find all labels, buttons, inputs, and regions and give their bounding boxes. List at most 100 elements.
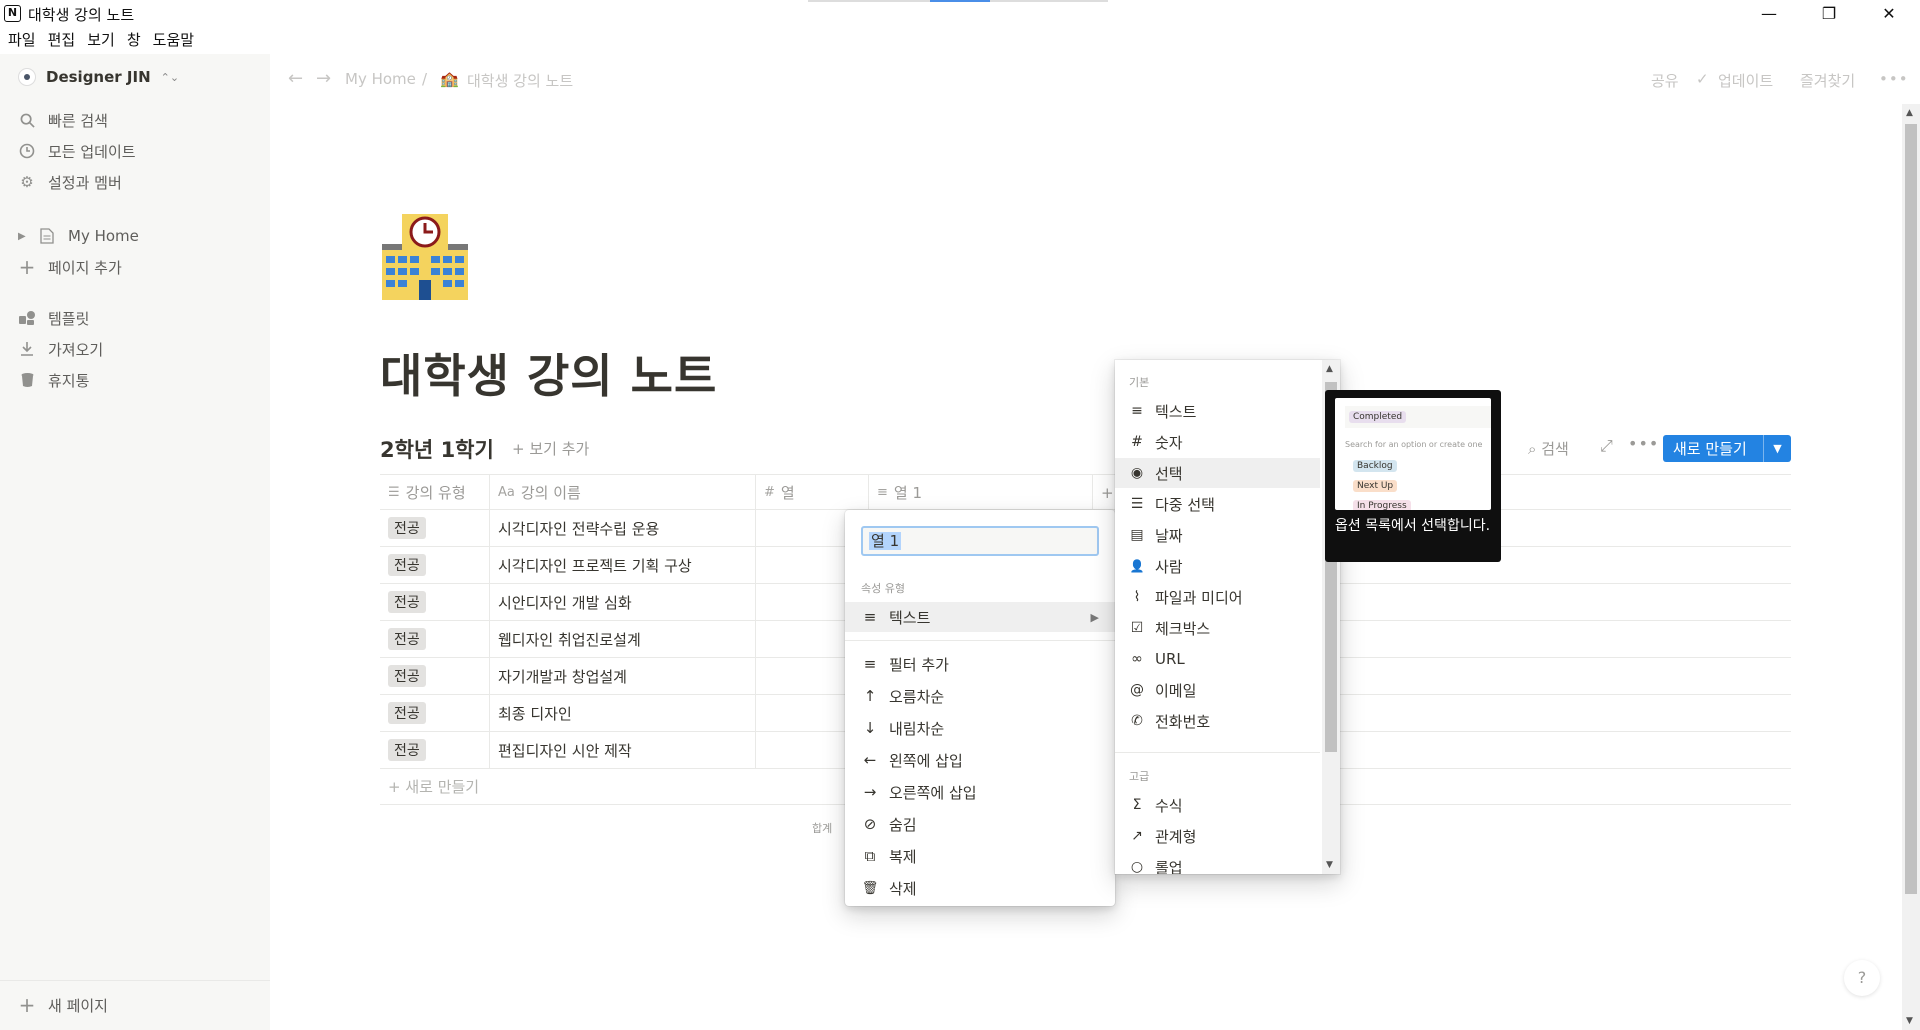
sidebar-item-label: 가져오기 — [48, 340, 104, 359]
download-icon — [18, 340, 36, 358]
type-option-url[interactable]: ∞ URL — [1115, 644, 1320, 674]
sidebar-item-add-page[interactable]: + 페이지 추가 — [18, 255, 122, 279]
maximize-button[interactable]: ❐ — [1806, 2, 1852, 26]
type-option-checkbox[interactable]: ☑ 체크박스 — [1115, 613, 1320, 643]
type-option-rollup[interactable]: ○ 롤업 — [1115, 852, 1320, 875]
type-option-formula[interactable]: Σ 수식 — [1115, 790, 1320, 820]
column-header-col[interactable]: # 열 — [756, 475, 869, 510]
chevron-down-icon[interactable]: ▼ — [1763, 435, 1791, 462]
column-name-input[interactable]: 열 1 — [861, 526, 1099, 556]
page-title[interactable]: 대학생 강의 노트 — [380, 340, 717, 406]
more-icon[interactable]: ••• — [1879, 70, 1909, 88]
menu-help[interactable]: 도움말 — [147, 28, 200, 52]
property-type-selector[interactable]: ≡ 텍스트 ▶ — [845, 602, 1115, 632]
column-header-lecture-type[interactable]: ☰ 강의 유형 — [380, 475, 490, 510]
favorite-button[interactable]: 즐겨찾기 — [1800, 70, 1855, 91]
cell-name[interactable]: 시안디자인 개발 심화 — [490, 584, 756, 620]
workspace-avatar-icon — [18, 68, 36, 86]
database-more-icon[interactable]: ••• — [1628, 434, 1659, 453]
menu-item-hide[interactable]: ⊘ 숨김 — [845, 809, 1115, 839]
type-option-phone[interactable]: ✆ 전화번호 — [1115, 706, 1320, 736]
sidebar-item-settings[interactable]: ⚙ 설정과 멤버 — [18, 170, 122, 194]
page-emoji-school-icon[interactable] — [380, 212, 470, 302]
scroll-up-icon[interactable]: ▲ — [1906, 108, 1913, 118]
updates-button[interactable]: 업데이트 — [1718, 70, 1773, 91]
menu-file[interactable]: 파일 — [0, 28, 42, 52]
forward-arrow-icon[interactable]: → — [316, 68, 331, 89]
type-tag: 전공 — [388, 517, 426, 539]
cell-type[interactable]: 전공 — [380, 621, 490, 657]
menu-item-sort-ascending[interactable]: ↑ 오름차순 — [845, 681, 1115, 711]
column-header-label: 열 — [780, 484, 795, 502]
menu-item-add-filter[interactable]: ≡ 필터 추가 — [845, 649, 1115, 679]
new-record-button[interactable]: 새로 만들기 ▼ — [1663, 435, 1791, 462]
sidebar-item-my-home[interactable]: ▶ My Home — [18, 224, 139, 248]
scroll-down-icon[interactable]: ▼ — [1906, 1016, 1913, 1026]
caret-right-icon[interactable]: ▶ — [18, 231, 26, 242]
cell-type[interactable]: 전공 — [380, 510, 490, 546]
database-view-title[interactable]: 2학년 1학기 — [380, 434, 494, 464]
column-header-lecture-name[interactable]: Aa 강의 이름 — [490, 475, 756, 510]
checkbox-icon: ☑ — [1130, 620, 1144, 636]
workspace-switcher[interactable]: Designer JIN ⌃⌄ — [18, 68, 179, 86]
breadcrumb-my-home[interactable]: My Home — [345, 70, 416, 88]
cell-name[interactable]: 편집디자인 시안 제작 — [490, 732, 756, 768]
menu-item-insert-right[interactable]: → 오른쪽에 삽입 — [845, 777, 1115, 807]
new-page-button[interactable]: + 새 페이지 — [18, 993, 108, 1017]
type-option-date[interactable]: ▤ 날짜 — [1115, 520, 1320, 550]
calculation-label[interactable]: 합계 — [812, 820, 832, 836]
cell-type[interactable]: 전공 — [380, 732, 490, 768]
cell-type[interactable]: 전공 — [380, 584, 490, 620]
database-search-button[interactable]: ⌕ 검색 — [1528, 438, 1569, 459]
help-button[interactable]: ? — [1844, 960, 1880, 996]
type-option-number[interactable]: # 숫자 — [1115, 427, 1320, 457]
new-record-label: 새로 만들기 — [1673, 440, 1747, 458]
menu-edit[interactable]: 편집 — [42, 28, 82, 52]
type-option-person[interactable]: 👤 사람 — [1115, 551, 1320, 581]
menu-item-insert-left[interactable]: ← 왼쪽에 삽입 — [845, 745, 1115, 775]
sidebar-item-import[interactable]: 가져오기 — [18, 337, 103, 361]
cell-type[interactable]: 전공 — [380, 695, 490, 731]
breadcrumb-current[interactable]: 대학생 강의 노트 — [467, 70, 573, 91]
sidebar-item-quick-search[interactable]: 빠른 검색 — [18, 108, 108, 132]
expand-icon[interactable]: ⤢ — [1600, 436, 1613, 456]
type-option-files[interactable]: ⌇ 파일과 미디어 — [1115, 582, 1320, 612]
type-option-relation[interactable]: ↗ 관계형 — [1115, 821, 1320, 851]
minimize-button[interactable]: — — [1746, 2, 1792, 26]
back-arrow-icon[interactable]: ← — [288, 68, 303, 89]
type-option-select[interactable]: ◉ 선택 — [1115, 458, 1320, 488]
menu-window[interactable]: 창 — [121, 28, 147, 52]
chevron-updown-icon: ⌃⌄ — [160, 70, 180, 84]
cell-name[interactable]: 최종 디자인 — [490, 695, 756, 731]
type-option-multi-select[interactable]: ☰ 다중 선택 — [1115, 489, 1320, 519]
menu-item-duplicate[interactable]: ⧉ 복제 — [845, 841, 1115, 871]
cell-name[interactable]: 자기개발과 창업설계 — [490, 658, 756, 694]
add-view-button[interactable]: + 보기 추가 — [512, 438, 589, 459]
close-button[interactable]: ✕ — [1866, 2, 1912, 26]
type-option-label: 관계형 — [1155, 827, 1197, 846]
cell-type[interactable]: 전공 — [380, 547, 490, 583]
menu-item-delete[interactable]: 🗑 삭제 — [845, 873, 1115, 903]
page-scrollbar[interactable]: ▲ ▼ — [1902, 104, 1920, 1030]
preview-hint: Search for an option or create one — [1345, 440, 1483, 449]
menu-item-sort-descending[interactable]: ↓ 내림차순 — [845, 713, 1115, 743]
sidebar-item-label: 휴지통 — [48, 371, 90, 390]
cell-type[interactable]: 전공 — [380, 658, 490, 694]
type-option-text[interactable]: ≡ 텍스트 — [1115, 396, 1320, 426]
type-option-email[interactable]: @ 이메일 — [1115, 675, 1320, 705]
number-icon: # — [764, 485, 775, 500]
scroll-up-icon[interactable]: ▲ — [1326, 364, 1333, 374]
column-header-col-1[interactable]: ≡ 열 1 — [869, 475, 1093, 510]
sidebar-item-trash[interactable]: 휴지통 — [18, 368, 89, 392]
scroll-down-icon[interactable]: ▼ — [1326, 860, 1333, 870]
cell-name[interactable]: 시각디자인 프로젝트 기획 구상 — [490, 547, 756, 583]
type-tag: 전공 — [388, 665, 426, 687]
calendar-icon: ▤ — [1130, 527, 1144, 543]
share-button[interactable]: 공유 — [1651, 70, 1679, 91]
scrollbar-thumb[interactable] — [1905, 124, 1917, 894]
cell-name[interactable]: 시각디자인 전략수립 운용 — [490, 510, 756, 546]
cell-name[interactable]: 웹디자인 취업진로설계 — [490, 621, 756, 657]
menu-view[interactable]: 보기 — [81, 28, 121, 52]
sidebar-item-all-updates[interactable]: 모든 업데이트 — [18, 139, 136, 163]
sidebar-item-templates[interactable]: 템플릿 — [18, 306, 89, 330]
